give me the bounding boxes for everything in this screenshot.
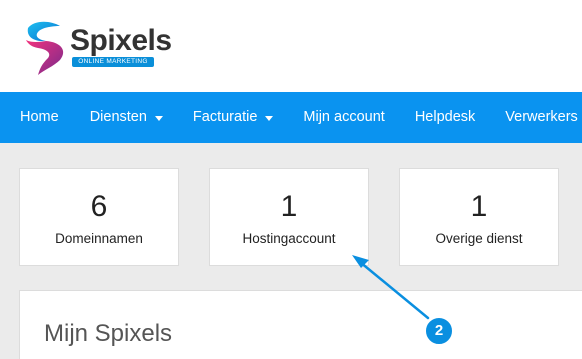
mijn-spixels-panel: Mijn Spixels — [19, 290, 582, 359]
main-navbar: Home Diensten Facturatie Mijn account He… — [0, 92, 582, 143]
stat-tile-domeinnamen[interactable]: 6 Domeinnamen — [19, 168, 179, 266]
stat-count: 1 — [280, 190, 298, 223]
stat-count: 6 — [90, 190, 108, 223]
nav-item-verwerkers[interactable]: Verwerkers — [490, 92, 582, 143]
nav-item-label: Facturatie — [192, 109, 258, 125]
nav-item-label: Verwerkers — [505, 109, 578, 125]
stat-label: Domeinnamen — [55, 231, 143, 246]
nav-item-facturatie[interactable]: Facturatie — [178, 92, 288, 143]
stat-label: Overige dienst — [435, 231, 523, 246]
spixels-logo[interactable]: Spixels ONLINE MARKETING — [20, 18, 172, 76]
stat-label: Hostingaccount — [242, 231, 336, 246]
nav-item-helpdesk[interactable]: Helpdesk — [400, 92, 490, 143]
nav-item-home[interactable]: Home — [0, 92, 75, 143]
nav-list: Home Diensten Facturatie Mijn account He… — [0, 92, 582, 143]
caret-down-icon — [265, 116, 274, 121]
panel-title: Mijn Spixels — [44, 320, 173, 347]
nav-item-label: Diensten — [89, 109, 147, 125]
spixels-logo-icon — [26, 21, 64, 75]
brand-tagline: ONLINE MARKETING — [72, 57, 154, 67]
brand-name: Spixels — [70, 24, 172, 57]
stat-tile-overige-dienst[interactable]: 1 Overige dienst — [399, 168, 559, 266]
caret-down-icon — [154, 116, 163, 121]
nav-item-diensten[interactable]: Diensten — [75, 92, 178, 143]
stat-tile-hostingaccount[interactable]: 1 Hostingaccount — [209, 168, 369, 266]
nav-item-label: Home — [20, 109, 59, 125]
nav-item-label: Helpdesk — [414, 109, 476, 125]
nav-item-label: Mijn account — [303, 109, 385, 125]
nav-item-mijn-account[interactable]: Mijn account — [288, 92, 399, 143]
site-header: Spixels ONLINE MARKETING — [0, 0, 582, 92]
step-number-badge: 2 — [424, 316, 454, 346]
stat-count: 1 — [470, 190, 488, 223]
